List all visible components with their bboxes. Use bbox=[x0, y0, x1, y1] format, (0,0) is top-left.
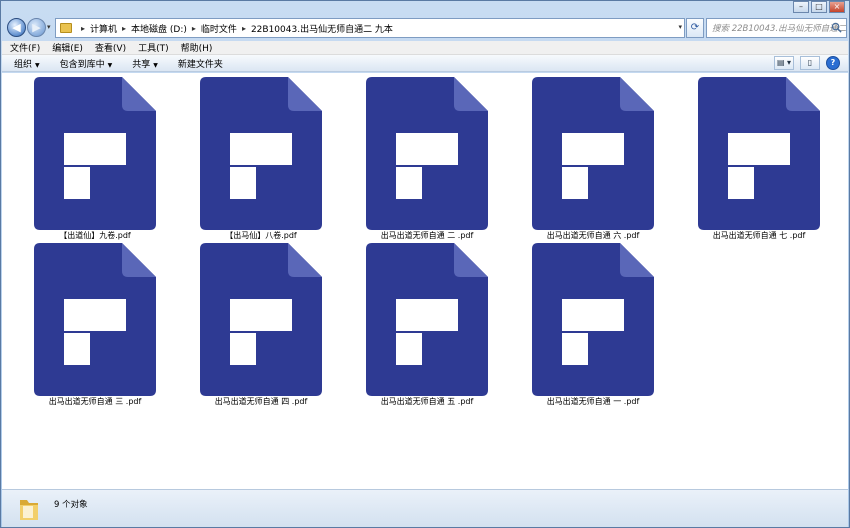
chevron-down-icon: ▼ bbox=[153, 61, 158, 69]
file-name[interactable]: 出马出道无师自通 三 .pdf bbox=[32, 396, 158, 407]
file-name[interactable]: 出马出道无师自通 七 .pdf bbox=[696, 230, 822, 241]
breadcrumb-current-folder[interactable]: 22B10043.出马仙无师自通二 九本 bbox=[251, 22, 393, 35]
address-dropdown-icon[interactable]: ▾ bbox=[678, 23, 682, 31]
chevron-right-icon[interactable]: ▸ bbox=[192, 24, 196, 33]
menu-view[interactable]: 查看(V) bbox=[95, 41, 126, 54]
address-row: ◀ ▶ ▾ ▸ 计算机 ▸ 本地磁盘 (D:) ▸ 临时文件 ▸ 22B1004… bbox=[5, 17, 847, 39]
file-item[interactable]: 【出马仙】八卷.pdf bbox=[198, 73, 324, 248]
scroll-gutter bbox=[834, 73, 848, 489]
pdf-file-icon bbox=[34, 77, 156, 230]
search-input[interactable]: 搜索 22B10043.出马仙无师自通二... bbox=[706, 18, 847, 38]
pdf-file-icon bbox=[34, 243, 156, 396]
close-button[interactable]: × bbox=[829, 1, 845, 13]
file-item[interactable]: 出马出道无师自通 五 .pdf bbox=[364, 239, 490, 414]
chevron-down-icon: ▼ bbox=[107, 61, 113, 69]
file-item[interactable]: 出马出道无师自通 三 .pdf bbox=[32, 239, 158, 414]
search-placeholder: 搜索 22B10043.出马仙无师自通二... bbox=[712, 24, 847, 34]
pdf-file-icon bbox=[366, 243, 488, 396]
share-button[interactable]: 共享 ▼ bbox=[132, 57, 158, 70]
minimize-button[interactable]: – bbox=[793, 1, 809, 13]
organize-label: 组织 bbox=[14, 59, 33, 70]
details-pane: 9 个对象 bbox=[2, 489, 848, 527]
preview-pane-icon: ▯ bbox=[807, 58, 813, 67]
menu-edit[interactable]: 编辑(E) bbox=[52, 41, 83, 54]
recent-pages-dropdown[interactable]: ▾ bbox=[47, 23, 55, 31]
pdf-file-icon bbox=[200, 77, 322, 230]
chevron-down-icon: ▼ bbox=[35, 61, 40, 69]
maximize-button[interactable]: □ bbox=[811, 1, 827, 13]
file-name[interactable]: 出马出道无师自通 一 .pdf bbox=[530, 396, 656, 407]
file-name[interactable]: 出马出道无师自通 五 .pdf bbox=[364, 396, 490, 407]
chevron-right-icon[interactable]: ▸ bbox=[122, 24, 126, 33]
menu-tools[interactable]: 工具(T) bbox=[138, 41, 169, 54]
folder-icon bbox=[20, 500, 38, 520]
organize-button[interactable]: 组织 ▼ bbox=[14, 57, 40, 70]
new-folder-button[interactable]: 新建文件夹 bbox=[178, 57, 223, 70]
back-button[interactable]: ◀ bbox=[7, 18, 26, 37]
view-icon: ▤ ▾ bbox=[776, 58, 792, 67]
include-in-library-label: 包含到库中 bbox=[59, 59, 105, 70]
breadcrumb-temp-files[interactable]: 临时文件 bbox=[201, 22, 237, 35]
search-icon bbox=[831, 22, 842, 33]
share-label: 共享 bbox=[132, 59, 151, 70]
item-count: 9 个对象 bbox=[54, 500, 88, 510]
window-controls: – □ × bbox=[793, 1, 845, 13]
pdf-file-icon bbox=[366, 77, 488, 230]
file-item[interactable]: 出马出道无师自通 四 .pdf bbox=[198, 239, 324, 414]
back-arrow-icon: ◀ bbox=[12, 21, 21, 34]
refresh-icon: ⟳ bbox=[690, 22, 700, 33]
forward-arrow-icon: ▶ bbox=[32, 21, 41, 34]
help-icon: ? bbox=[830, 58, 836, 67]
menu-file[interactable]: 文件(F) bbox=[10, 41, 40, 54]
pdf-file-icon bbox=[532, 243, 654, 396]
breadcrumb-drive-d[interactable]: 本地磁盘 (D:) bbox=[131, 22, 187, 35]
chevron-right-icon: ▸ bbox=[81, 23, 86, 33]
file-item[interactable]: 出马出道无师自通 一 .pdf bbox=[530, 239, 656, 414]
file-list-area[interactable]: 【出道仙】九卷.pdf 【出马仙】八卷.pdf 出马出道无师自通 二 .pdf bbox=[2, 73, 848, 489]
pdf-file-icon bbox=[698, 77, 820, 230]
pdf-file-icon bbox=[532, 77, 654, 230]
menu-bar: 文件(F) 编辑(E) 查看(V) 工具(T) 帮助(H) bbox=[2, 41, 848, 55]
view-controls: ▤ ▾ ▯ ? bbox=[774, 56, 840, 70]
refresh-button[interactable]: ⟳ bbox=[686, 18, 704, 38]
file-name[interactable]: 出马出道无师自通 四 .pdf bbox=[198, 396, 324, 407]
forward-button[interactable]: ▶ bbox=[27, 18, 46, 37]
menu-help[interactable]: 帮助(H) bbox=[181, 41, 213, 54]
change-view-button[interactable]: ▤ ▾ bbox=[774, 56, 794, 70]
command-bar: 组织 ▼ 包含到库中 ▼ 共享 ▼ 新建文件夹 ▤ ▾ ▯ ? bbox=[2, 55, 848, 72]
help-button[interactable]: ? bbox=[826, 56, 840, 70]
folder-icon bbox=[60, 23, 72, 33]
breadcrumb-computer[interactable]: 计算机 bbox=[90, 22, 117, 35]
file-item[interactable]: 出马出道无师自通 六 .pdf bbox=[530, 73, 656, 248]
chevron-right-icon[interactable]: ▸ bbox=[242, 24, 246, 33]
address-bar[interactable]: ▸ 计算机 ▸ 本地磁盘 (D:) ▸ 临时文件 ▸ 22B10043.出马仙无… bbox=[55, 18, 685, 38]
file-item[interactable]: 出马出道无师自通 七 .pdf bbox=[696, 73, 822, 248]
pdf-file-icon bbox=[200, 243, 322, 396]
include-in-library-button[interactable]: 包含到库中 ▼ bbox=[60, 57, 113, 70]
explorer-window: – □ × ◀ ▶ ▾ ▸ 计算机 ▸ 本地磁盘 (D:) ▸ 临时文件 ▸ 2… bbox=[0, 0, 850, 528]
preview-pane-button[interactable]: ▯ bbox=[800, 56, 820, 70]
file-item[interactable]: 出马出道无师自通 二 .pdf bbox=[364, 73, 490, 248]
file-item[interactable]: 【出道仙】九卷.pdf bbox=[32, 73, 158, 248]
